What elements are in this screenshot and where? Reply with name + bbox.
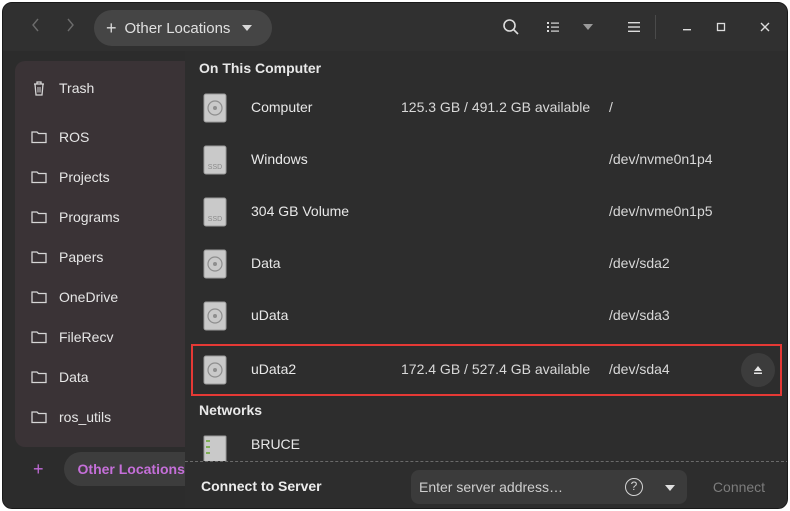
- trash-icon: [34, 81, 44, 96]
- folder-icon: [31, 171, 47, 184]
- drive-device: /dev/nvme0n1p4: [609, 151, 713, 167]
- back-button[interactable]: [25, 15, 47, 39]
- section-title-networks: Networks: [199, 402, 263, 418]
- close-button[interactable]: [753, 15, 777, 39]
- chevron-left-icon: [32, 18, 39, 32]
- folder-icon: [31, 411, 47, 424]
- maximize-button[interactable]: [709, 15, 733, 39]
- help-icon[interactable]: ?: [625, 478, 643, 496]
- list-view-icon: [547, 22, 559, 32]
- sidebar-item-label: Other Locations: [63, 452, 185, 486]
- section-title-on-this-computer: On This Computer: [199, 60, 322, 76]
- network-name: BRUCE: [251, 436, 301, 452]
- drive-row-304gb-volume[interactable]: SSD 304 GB Volume /dev/nvme0n1p5: [185, 185, 787, 237]
- sidebar-item-trash[interactable]: Trash: [15, 71, 185, 105]
- hard-disk-icon: [203, 355, 227, 385]
- svg-text:SSD: SSD: [208, 164, 222, 171]
- sidebar-item-data[interactable]: Data: [15, 360, 185, 394]
- ssd-icon: SSD: [203, 197, 227, 227]
- drive-device: /dev/sda3: [609, 307, 670, 323]
- network-row-bruce[interactable]: BRUCE: [185, 425, 787, 461]
- drive-row-data[interactable]: Data /dev/sda2: [185, 237, 787, 289]
- drive-name: Data: [251, 255, 281, 271]
- drive-device: /dev/nvme0n1p5: [609, 203, 713, 219]
- eject-button[interactable]: [741, 353, 775, 387]
- close-icon: [760, 22, 770, 32]
- eject-icon: [754, 366, 762, 374]
- connect-button[interactable]: Connect: [699, 470, 779, 504]
- drive-row-udata2[interactable]: uData2 172.4 GB / 527.4 GB available /de…: [185, 343, 787, 395]
- sidebar-item-label: Programs: [59, 209, 120, 225]
- folder-icon: [31, 371, 47, 384]
- server-address-input[interactable]: [411, 470, 687, 504]
- chevron-down-icon: [242, 25, 253, 31]
- network-server-icon: [203, 435, 227, 461]
- sidebar-item-filerecv[interactable]: FileRecv: [15, 320, 185, 354]
- hard-disk-icon: [203, 93, 227, 123]
- sidebar-item-label: ROS: [59, 129, 90, 145]
- svg-text:SSD: SSD: [208, 216, 222, 223]
- hard-disk-icon: [203, 249, 227, 279]
- drive-name: 304 GB Volume: [251, 203, 350, 219]
- sidebar-item-ros[interactable]: ROS: [15, 120, 185, 154]
- plus-icon: +: [106, 17, 117, 38]
- drive-available: 125.3 GB / 491.2 GB available: [401, 99, 591, 115]
- location-label: Other Locations: [124, 19, 231, 37]
- connect-to-server-label: Connect to Server: [201, 478, 322, 494]
- sidebar-item-label: Trash: [59, 80, 95, 96]
- sidebar-item-label: Projects: [59, 169, 110, 185]
- folder-icon: [31, 131, 47, 144]
- recent-servers-dropdown[interactable]: [665, 485, 675, 491]
- sidebar-item-label: FileRecv: [59, 329, 114, 345]
- sidebar-item-projects[interactable]: Projects: [15, 160, 185, 194]
- header-bar: + Other Locations: [3, 3, 787, 51]
- drive-device: /: [609, 99, 613, 115]
- sidebar-item-onedrive[interactable]: OneDrive: [15, 280, 185, 314]
- hamburger-menu-icon: [628, 22, 640, 32]
- hard-disk-icon: [203, 301, 227, 331]
- drive-row-computer[interactable]: Computer 125.3 GB / 491.2 GB available /: [185, 81, 787, 133]
- main-menu-button[interactable]: [624, 17, 644, 37]
- sidebar-item-programs[interactable]: Programs: [15, 200, 185, 234]
- sidebar-item-ros-utils[interactable]: ros_utils: [15, 400, 185, 434]
- connect-to-server-bar: Connect to Server ? Connect: [185, 462, 787, 508]
- header-separator: [655, 15, 656, 39]
- location-path-button[interactable]: + Other Locations: [94, 10, 272, 46]
- drive-name: uData: [251, 307, 289, 323]
- minimize-icon: [683, 29, 691, 31]
- sidebar-item-label: Data: [59, 369, 89, 385]
- sidebar-item-label: OneDrive: [59, 289, 119, 305]
- view-list-button[interactable]: [543, 17, 563, 37]
- minimize-button[interactable]: [675, 15, 699, 39]
- sidebar-item-label: Papers: [59, 249, 104, 265]
- search-button[interactable]: [501, 17, 521, 37]
- drive-device: /dev/sda4: [609, 361, 670, 377]
- drive-row-windows[interactable]: SSD Windows /dev/nvme0n1p4: [185, 133, 787, 185]
- sidebar-item-papers[interactable]: Papers: [15, 240, 185, 274]
- drive-name: uData2: [251, 361, 297, 377]
- maximize-icon: [716, 22, 726, 32]
- forward-button[interactable]: [59, 15, 81, 39]
- folder-icon: [31, 291, 47, 304]
- ssd-icon: SSD: [203, 145, 227, 175]
- drive-available: 172.4 GB / 527.4 GB available: [401, 361, 591, 377]
- file-manager-window: + Other Locations Trash ROS Projects Pro…: [2, 2, 788, 509]
- sidebar-item-label: ros_utils: [59, 409, 112, 425]
- plus-icon: +: [33, 458, 44, 479]
- drive-name: Windows: [251, 151, 308, 167]
- folder-icon: [31, 211, 47, 224]
- search-icon: [503, 19, 519, 35]
- folder-icon: [31, 331, 47, 344]
- drive-device: /dev/sda2: [609, 255, 670, 271]
- locations-list: On This Computer Computer 125.3 GB / 491…: [185, 51, 787, 508]
- drive-row-udata[interactable]: uData /dev/sda3: [185, 289, 787, 341]
- view-options-dropdown[interactable]: [583, 24, 593, 30]
- sidebar-item-other-locations[interactable]: + Other Locations: [15, 451, 185, 487]
- drive-name: Computer: [251, 99, 313, 115]
- folder-icon: [31, 251, 47, 264]
- chevron-right-icon: [67, 18, 74, 32]
